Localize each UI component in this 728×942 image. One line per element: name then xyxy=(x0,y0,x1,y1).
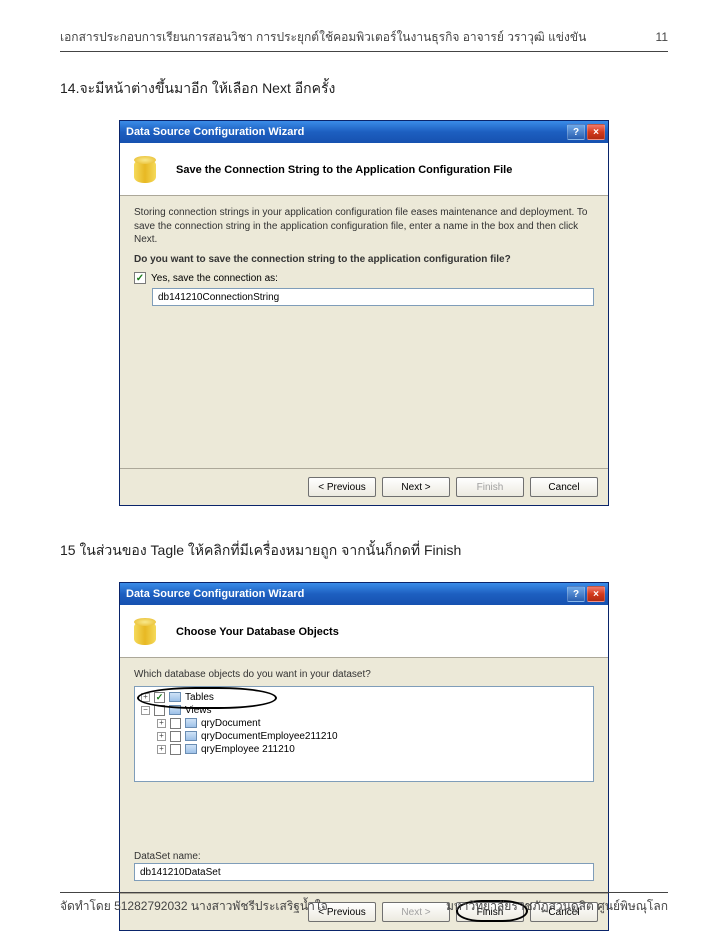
wizard-dialog-1: Data Source Configuration Wizard ? × Sav… xyxy=(119,120,609,506)
next-button[interactable]: Next > xyxy=(382,477,450,497)
screenshot-2: Data Source Configuration Wizard ? × Cho… xyxy=(60,582,668,931)
dataset-label: DataSet name: xyxy=(134,850,594,864)
cancel-button[interactable]: Cancel xyxy=(530,477,598,497)
database-icon xyxy=(130,615,164,649)
dataset-name-input[interactable] xyxy=(134,863,594,881)
tree-node-tables[interactable]: + ✓ Tables xyxy=(141,691,587,704)
dialog-banner: Save the Connection String to the Applic… xyxy=(120,143,608,196)
header-rule xyxy=(60,51,668,52)
window-buttons: ? × xyxy=(567,124,605,140)
step-15-text: 15 ในส่วนของ Tagle ให้คลิกที่มีเครื่องหม… xyxy=(60,540,668,562)
page-header: เอกสารประกอบการเรียนการสอนวิชา การประยุก… xyxy=(60,28,668,47)
description-text: Storing connection strings in your appli… xyxy=(134,206,594,247)
objects-tree[interactable]: + ✓ Tables − Views + qryDocument xyxy=(134,686,594,782)
titlebar: Data Source Configuration Wizard ? × xyxy=(120,583,608,605)
save-checkbox[interactable]: ✓ xyxy=(134,272,146,284)
wizard-dialog-2: Data Source Configuration Wizard ? × Cho… xyxy=(119,582,609,931)
finish-button: Finish xyxy=(456,477,524,497)
checkbox-label: Yes, save the connection as: xyxy=(151,273,278,284)
table-icon xyxy=(185,718,197,728)
expand-icon[interactable]: + xyxy=(157,745,166,754)
screenshot-1: Data Source Configuration Wizard ? × Sav… xyxy=(60,120,668,506)
help-icon[interactable]: ? xyxy=(567,124,585,140)
dialog-title: Data Source Configuration Wizard xyxy=(126,126,567,138)
footer-left: จัดทำโดย 51282792032 นางสาวพัชรีประเสริฐ… xyxy=(60,897,328,916)
view-checkbox[interactable] xyxy=(170,731,181,742)
view-checkbox[interactable] xyxy=(170,718,181,729)
tree-node-view-item[interactable]: + qryDocument xyxy=(157,717,587,730)
node-label: Views xyxy=(185,705,212,716)
folder-icon xyxy=(169,705,181,715)
page-footer: จัดทำโดย 51282792032 นางสาวพัชรีประเสริฐ… xyxy=(60,892,668,916)
database-icon xyxy=(130,153,164,187)
table-icon xyxy=(185,731,197,741)
dialog-body: Which database objects do you want in yo… xyxy=(120,658,608,893)
footer-rule xyxy=(60,892,668,893)
page-number: 11 xyxy=(656,30,668,44)
node-label: qryDocument xyxy=(201,718,260,729)
folder-icon xyxy=(169,692,181,702)
table-icon xyxy=(185,744,197,754)
question-text: Which database objects do you want in yo… xyxy=(134,668,594,682)
titlebar: Data Source Configuration Wizard ? × xyxy=(120,121,608,143)
tables-checkbox[interactable]: ✓ xyxy=(154,692,165,703)
view-checkbox[interactable] xyxy=(170,744,181,755)
dialog-banner: Choose Your Database Objects xyxy=(120,605,608,658)
dialog-body: Storing connection strings in your appli… xyxy=(120,196,608,468)
window-buttons: ? × xyxy=(567,586,605,602)
question-text: Do you want to save the connection strin… xyxy=(134,253,594,267)
previous-button[interactable]: < Previous xyxy=(308,477,376,497)
collapse-icon[interactable]: − xyxy=(141,706,150,715)
tree-node-views[interactable]: − Views xyxy=(141,704,587,717)
expand-icon[interactable]: + xyxy=(141,693,150,702)
close-icon[interactable]: × xyxy=(587,586,605,602)
step-14-text: 14.จะมีหน้าต่างขึ้นมาอีก ให้เลือก Next อ… xyxy=(60,78,668,100)
dialog-title: Data Source Configuration Wizard xyxy=(126,588,567,600)
expand-icon[interactable]: + xyxy=(157,719,166,728)
button-bar: < Previous Next > Finish Cancel xyxy=(120,468,608,505)
tree-node-view-item[interactable]: + qryEmployee 211210 xyxy=(157,743,587,756)
expand-icon[interactable]: + xyxy=(157,732,166,741)
node-label: Tables xyxy=(185,692,214,703)
header-text: เอกสารประกอบการเรียนการสอนวิชา การประยุก… xyxy=(60,28,586,47)
node-label: qryDocumentEmployee211210 xyxy=(201,731,338,742)
connection-name-input[interactable] xyxy=(152,288,594,306)
save-checkbox-row: ✓ Yes, save the connection as: xyxy=(134,272,594,284)
tree-node-view-item[interactable]: + qryDocumentEmployee211210 xyxy=(157,730,587,743)
close-icon[interactable]: × xyxy=(587,124,605,140)
node-label: qryEmployee 211210 xyxy=(201,744,295,755)
footer-right: มหาวิทยาลัยราชภัฏสวนดุสิต ศูนย์พิษณุโลก xyxy=(446,897,668,916)
banner-heading: Choose Your Database Objects xyxy=(176,626,339,638)
views-checkbox[interactable] xyxy=(154,705,165,716)
banner-heading: Save the Connection String to the Applic… xyxy=(176,164,512,176)
help-icon[interactable]: ? xyxy=(567,586,585,602)
